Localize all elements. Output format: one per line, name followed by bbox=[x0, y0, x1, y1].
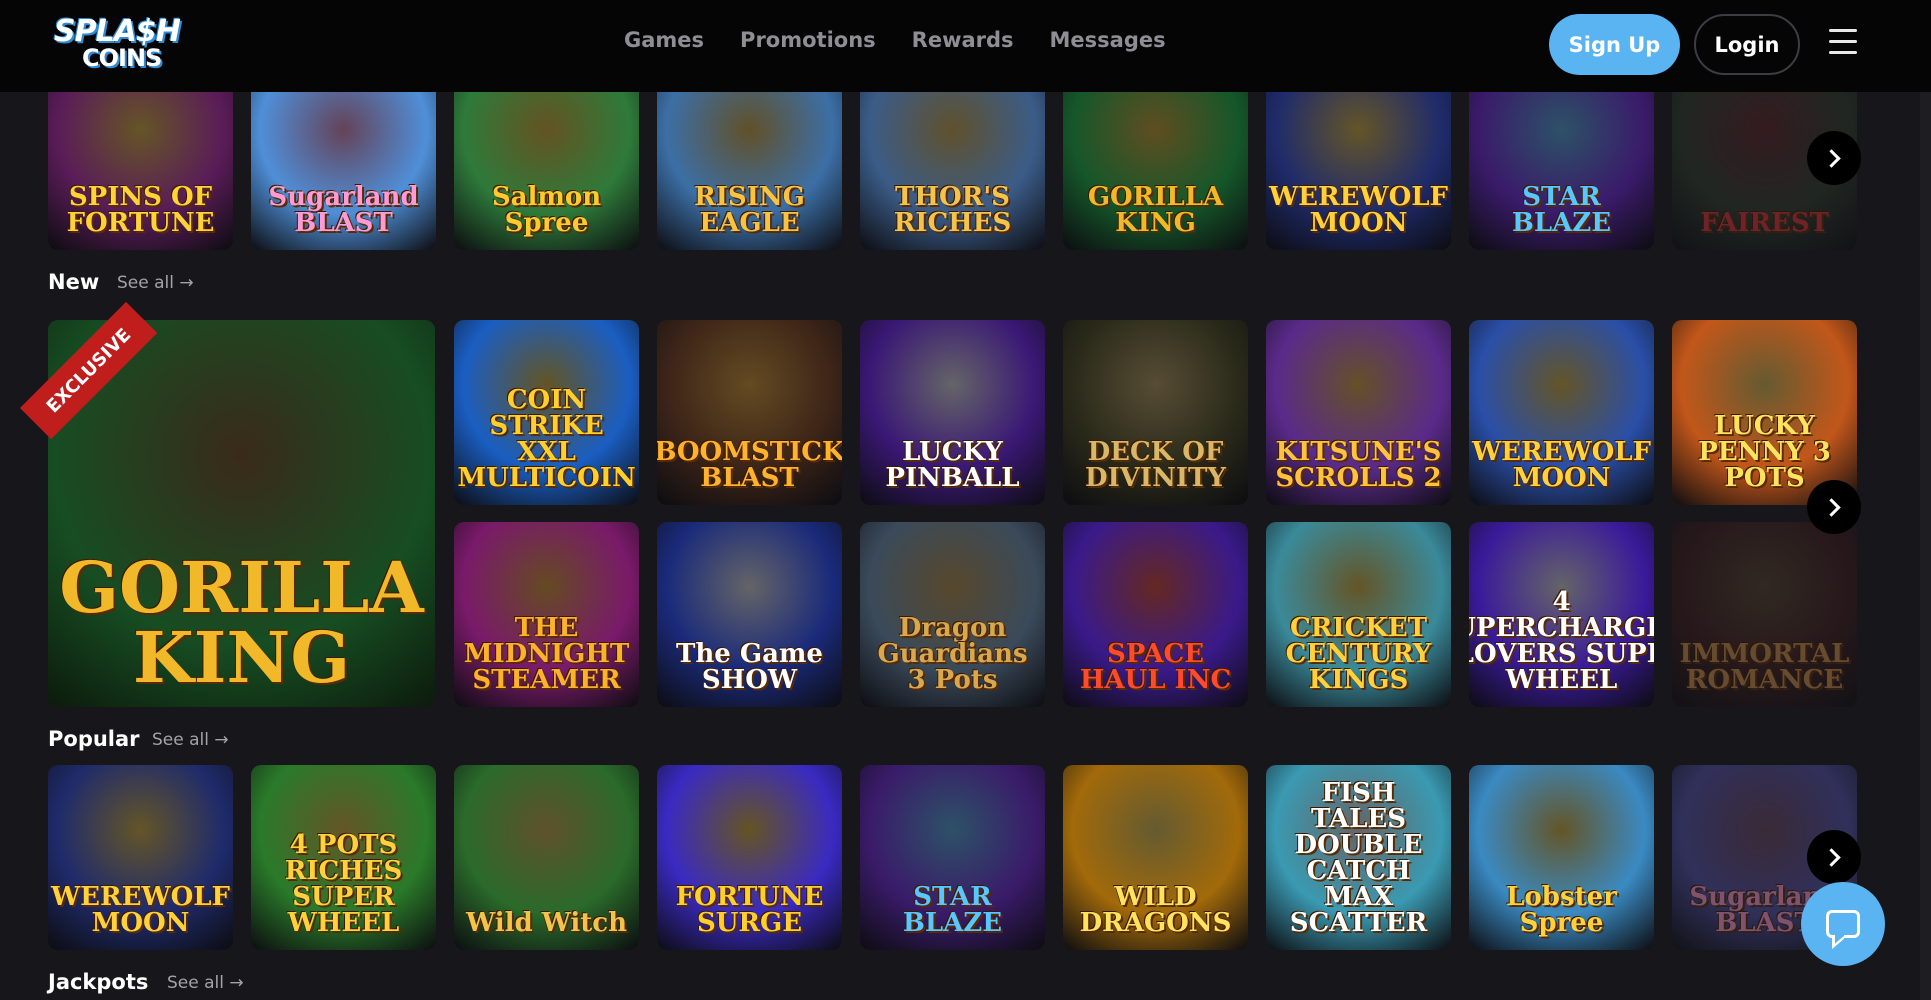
game-tile[interactable]: CRICKET CENTURY KINGS bbox=[1266, 522, 1451, 707]
game-tile[interactable]: SPACE HAUL INC bbox=[1063, 522, 1248, 707]
game-tile[interactable]: COIN STRIKE XXL MULTICOIN bbox=[454, 320, 639, 505]
game-title: 4 SUPERCHARGED CLOVERS SUPER WHEEL bbox=[1469, 587, 1654, 695]
page-scrollbar[interactable] bbox=[1920, 0, 1931, 1000]
game-title: IMMORTAL ROMANCE bbox=[1679, 639, 1850, 695]
game-title: RISING EAGLE bbox=[694, 182, 805, 238]
see-all-jackpots-link[interactable]: See all → bbox=[167, 973, 244, 993]
game-title: STAR BLAZE bbox=[902, 882, 1003, 938]
game-tile[interactable]: WILD DRAGONS bbox=[1063, 765, 1248, 950]
login-button[interactable]: Login bbox=[1694, 14, 1800, 75]
game-title: LUCKY PENNY 3 POTS bbox=[1698, 411, 1831, 493]
game-tile[interactable]: 4 SUPERCHARGED CLOVERS SUPER WHEEL bbox=[1469, 522, 1654, 707]
game-tile[interactable]: LUCKY PENNY 3 POTS bbox=[1672, 320, 1857, 505]
game-tile[interactable]: THE MIDNIGHT STEAMER bbox=[454, 522, 639, 707]
game-title: Wild Witch bbox=[465, 908, 628, 938]
game-tile[interactable]: LUCKY PINBALL bbox=[860, 320, 1045, 505]
new-row-next-arrow-icon[interactable] bbox=[1807, 480, 1861, 534]
game-tile[interactable]: Dragon Guardians 3 Pots bbox=[860, 522, 1045, 707]
game-title: LUCKY PINBALL bbox=[885, 437, 1020, 493]
site-logo[interactable]: SPLA$H COINS bbox=[52, 14, 192, 74]
game-title: The Game SHOW bbox=[676, 639, 823, 695]
signup-button[interactable]: Sign Up bbox=[1549, 14, 1680, 75]
game-title: WEREWOLF MOON bbox=[1471, 437, 1652, 493]
game-tile[interactable]: Sugarland BLAST bbox=[251, 65, 436, 250]
game-title: WEREWOLF MOON bbox=[50, 882, 231, 938]
game-tile[interactable]: STAR BLAZE bbox=[860, 765, 1045, 950]
game-tile[interactable]: WEREWOLF MOON bbox=[1469, 320, 1654, 505]
game-title: DECK OF DIVINITY bbox=[1085, 437, 1226, 493]
game-title: KITSUNE'S SCROLLS 2 bbox=[1275, 437, 1442, 493]
game-tile[interactable]: FORTUNE SURGE bbox=[657, 765, 842, 950]
game-title: SPACE HAUL INC bbox=[1079, 639, 1232, 695]
game-title: WILD DRAGONS bbox=[1079, 882, 1232, 938]
main-nav: Games Promotions Rewards Messages bbox=[624, 28, 1166, 52]
game-title: CRICKET CENTURY KINGS bbox=[1285, 613, 1432, 695]
popular-row-next-arrow-icon[interactable] bbox=[1807, 830, 1861, 884]
see-all-new-link[interactable]: See all → bbox=[117, 273, 194, 293]
nav-rewards[interactable]: Rewards bbox=[912, 28, 1014, 52]
section-title-popular: Popular bbox=[48, 727, 140, 751]
game-tile[interactable]: The Game SHOW bbox=[657, 522, 842, 707]
game-tile[interactable]: GORILLA KING bbox=[1063, 65, 1248, 250]
nav-messages[interactable]: Messages bbox=[1050, 28, 1166, 52]
game-title: Salmon Spree bbox=[491, 182, 602, 238]
game-title: SPINS OF FORTUNE bbox=[66, 182, 215, 238]
hamburger-menu-icon[interactable] bbox=[1829, 29, 1857, 57]
game-tile[interactable]: BOOMSTICK BLAST bbox=[657, 320, 842, 505]
chat-bubble-icon bbox=[1826, 910, 1860, 938]
game-title: GORILLA KING bbox=[1087, 182, 1224, 238]
game-title: WEREWOLF MOON bbox=[1268, 182, 1449, 238]
top-row-next-arrow-icon[interactable] bbox=[1807, 131, 1861, 185]
game-tile[interactable]: DECK OF DIVINITY bbox=[1063, 320, 1248, 505]
chat-support-button[interactable] bbox=[1801, 882, 1885, 966]
game-title: Lobster Spree bbox=[1506, 882, 1617, 938]
game-tile[interactable]: RISING EAGLE bbox=[657, 65, 842, 250]
game-tile[interactable]: Lobster Spree bbox=[1469, 765, 1654, 950]
game-title: COIN STRIKE XXL MULTICOIN bbox=[457, 385, 636, 493]
nav-games[interactable]: Games bbox=[624, 28, 704, 52]
game-title: 4 POTS RICHES SUPER WHEEL bbox=[284, 830, 403, 938]
game-title: THE MIDNIGHT STEAMER bbox=[463, 613, 630, 695]
game-title: BOOMSTICK BLAST bbox=[657, 437, 842, 493]
game-tile[interactable]: Salmon Spree bbox=[454, 65, 639, 250]
game-tile[interactable]: WEREWOLF MOON bbox=[48, 765, 233, 950]
see-all-popular-link[interactable]: See all → bbox=[152, 730, 229, 750]
game-tile[interactable]: FISH TALES DOUBLE CATCH MAX SCATTER bbox=[1266, 765, 1451, 950]
game-tile[interactable]: WEREWOLF MOON bbox=[1266, 65, 1451, 250]
game-tile[interactable]: THOR'S RICHES bbox=[860, 65, 1045, 250]
game-title: FISH TALES DOUBLE CATCH MAX SCATTER bbox=[1289, 778, 1428, 938]
game-title: THOR'S RICHES bbox=[893, 182, 1012, 238]
nav-promotions[interactable]: Promotions bbox=[740, 28, 876, 52]
featured-game-title: GORILLA KING bbox=[59, 546, 424, 699]
game-tile[interactable]: SPINS OF FORTUNE bbox=[48, 65, 233, 250]
section-title-new: New bbox=[48, 270, 100, 294]
game-tile[interactable]: 4 POTS RICHES SUPER WHEEL bbox=[251, 765, 436, 950]
game-tile[interactable]: IMMORTAL ROMANCE bbox=[1672, 522, 1857, 707]
site-header: SPLA$H COINS Games Promotions Rewards Me… bbox=[0, 0, 1931, 92]
game-title: Sugarland BLAST bbox=[268, 182, 419, 238]
game-title: FAIREST bbox=[1700, 208, 1829, 238]
game-tile[interactable]: STAR BLAZE bbox=[1469, 65, 1654, 250]
section-title-jackpots: Jackpots bbox=[48, 970, 149, 994]
game-tile[interactable]: KITSUNE'S SCROLLS 2 bbox=[1266, 320, 1451, 505]
logo-text-bottom: COINS bbox=[82, 44, 162, 72]
game-tile[interactable]: Wild Witch bbox=[454, 765, 639, 950]
game-title: Dragon Guardians 3 Pots bbox=[877, 613, 1028, 695]
game-title: FORTUNE SURGE bbox=[675, 882, 824, 938]
game-title: STAR BLAZE bbox=[1511, 182, 1612, 238]
